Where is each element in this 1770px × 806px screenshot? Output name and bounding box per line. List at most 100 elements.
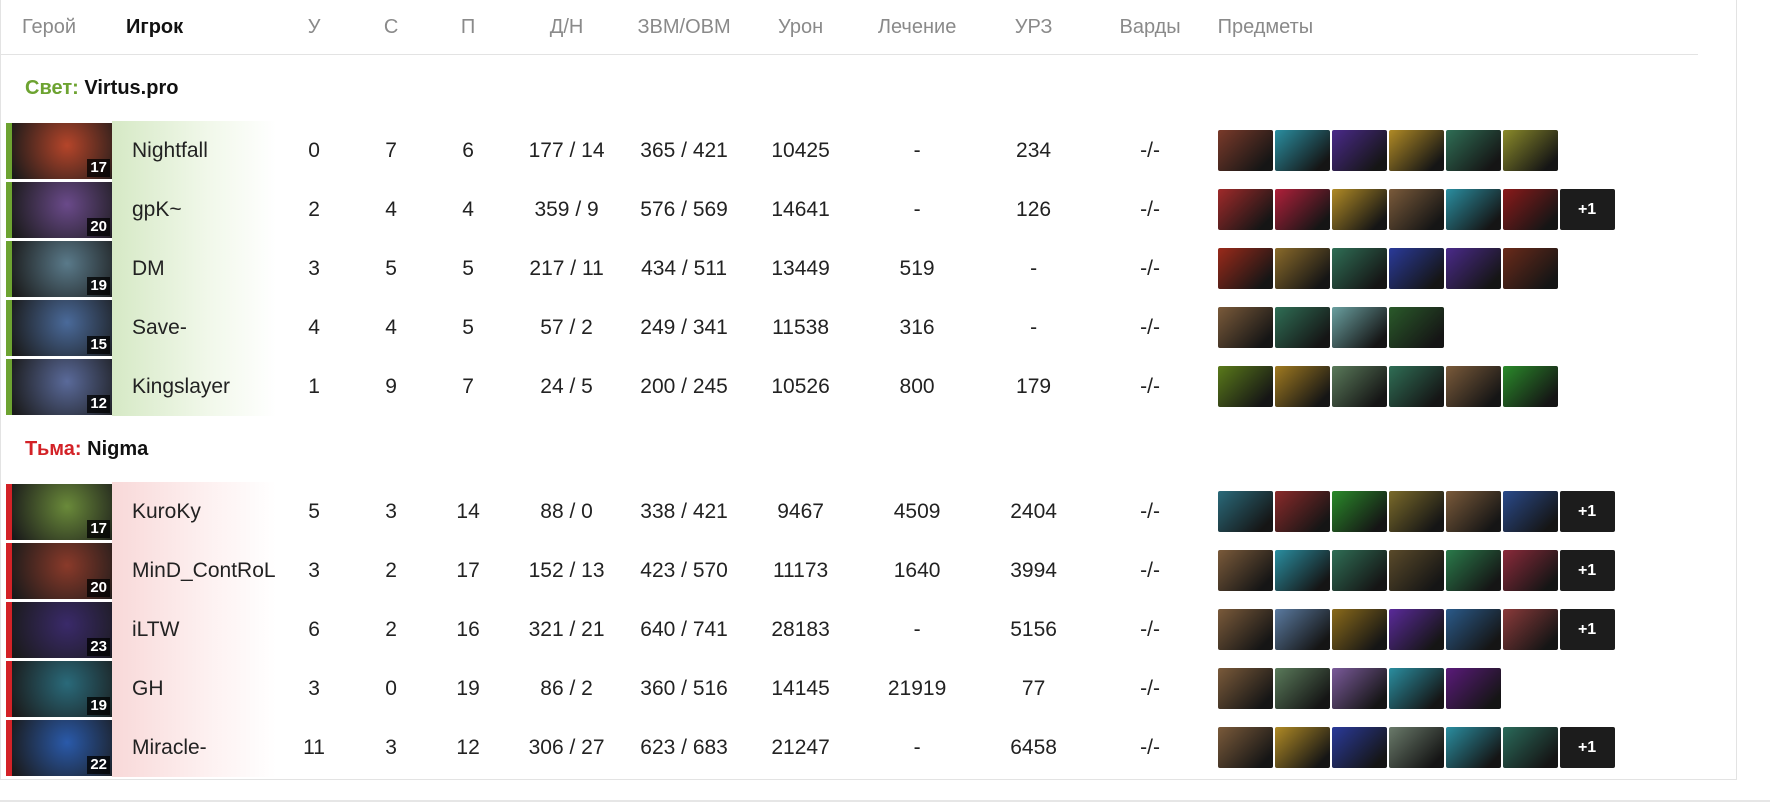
item-axe-blade-icon[interactable] [1274, 550, 1330, 591]
item-purple-staff-icon[interactable] [1388, 609, 1444, 650]
more-items-badge[interactable]: +1 [1559, 189, 1615, 230]
player-name[interactable]: DM [112, 239, 276, 298]
player-name[interactable]: iLTW [112, 600, 276, 659]
col-header-kills[interactable]: У [275, 0, 353, 55]
col-header-building-damage[interactable]: УРЗ [974, 0, 1093, 55]
item-silver-wing-icon[interactable] [1388, 727, 1444, 768]
col-header-damage[interactable]: Урон [741, 0, 860, 55]
item-mech-arm-icon[interactable] [1388, 491, 1444, 532]
item-fire-shield-icon[interactable] [1217, 248, 1273, 289]
item-axe-blade-icon[interactable] [1274, 130, 1330, 171]
item-gold-pouch-icon[interactable] [1331, 668, 1387, 709]
player-name[interactable]: KuroKy [112, 482, 276, 541]
item-lantern-icon[interactable] [1274, 248, 1330, 289]
item-boots-icon[interactable] [1217, 307, 1273, 348]
team-name[interactable]: Nigma [87, 438, 148, 460]
item-silver-blade-icon[interactable] [1274, 609, 1330, 650]
hero-void-spirit-icon[interactable]: 23 [6, 601, 112, 658]
col-header-lh-dn[interactable]: Д/Н [506, 0, 627, 55]
item-green-staff-icon[interactable] [1274, 307, 1330, 348]
item-boots-icon[interactable] [1445, 491, 1501, 532]
item-green-staff-icon[interactable] [1388, 366, 1444, 407]
item-dark-helm-icon[interactable] [1388, 550, 1444, 591]
player-name[interactable]: GH [112, 659, 276, 718]
item-blue-scepter-icon[interactable] [1331, 727, 1387, 768]
items-cell: +1 [1208, 180, 1698, 239]
player-name[interactable]: gpK~ [112, 180, 276, 239]
item-golden-helm-icon[interactable] [1388, 130, 1444, 171]
item-purple-robe-icon[interactable] [1445, 248, 1501, 289]
item-teal-vase-icon[interactable] [1217, 491, 1273, 532]
item-axe-blade-icon[interactable] [1445, 727, 1501, 768]
col-header-hero[interactable]: Герой [0, 0, 112, 55]
item-green-potion-icon[interactable] [1331, 491, 1387, 532]
player-name[interactable]: MinD_ContRoL [112, 541, 276, 600]
col-header-gpm-xpm[interactable]: ЗВМ/ОВМ [626, 0, 742, 55]
item-teal-armor-icon[interactable] [1502, 727, 1558, 768]
item-red-claw-icon[interactable] [1502, 189, 1558, 230]
item-yellow-orb-icon[interactable] [1502, 130, 1558, 171]
item-wind-cloud-icon[interactable] [1331, 307, 1387, 348]
item-gold-pile-icon[interactable] [1274, 366, 1330, 407]
item-boots-icon[interactable] [1217, 609, 1273, 650]
item-gauntlet-icon[interactable] [1217, 130, 1273, 171]
item-hood-icon[interactable] [1502, 248, 1558, 289]
item-green-staff-icon[interactable] [1331, 550, 1387, 591]
item-green-gem-icon[interactable] [1445, 550, 1501, 591]
item-golden-helm-icon[interactable] [1274, 727, 1330, 768]
item-green-potion-icon[interactable] [1502, 366, 1558, 407]
more-items-badge[interactable]: +1 [1559, 550, 1615, 591]
item-red-gauntlet-icon[interactable] [1502, 609, 1558, 650]
hero-masked-assassin-icon[interactable]: 20 [6, 181, 112, 238]
hero-storm-spirit-icon[interactable]: 22 [6, 719, 112, 776]
item-golden-helm-icon[interactable] [1331, 189, 1387, 230]
item-crimson-cape-icon[interactable] [1274, 189, 1330, 230]
hero-red-warrior-icon[interactable]: 20 [6, 542, 112, 599]
hero-goblin-icon[interactable]: 12 [6, 358, 112, 415]
assists-value: 5 [462, 315, 474, 339]
item-blue-dagger-icon[interactable] [1445, 609, 1501, 650]
item-red-mask-icon[interactable] [1502, 550, 1558, 591]
item-teal-mech-icon[interactable] [1274, 668, 1330, 709]
item-boots-icon[interactable] [1217, 550, 1273, 591]
item-red-blade-icon[interactable] [1217, 189, 1273, 230]
col-header-player[interactable]: Игрок [112, 0, 276, 55]
hero-dwarf-icon[interactable]: 19 [6, 240, 112, 297]
item-boots-icon[interactable] [1445, 366, 1501, 407]
healing-value: 800 [899, 374, 935, 398]
item-axe-blade-icon[interactable] [1388, 668, 1444, 709]
col-header-wards[interactable]: Варды [1092, 0, 1208, 55]
player-name[interactable]: Miracle- [112, 718, 276, 777]
item-blue-vial-icon[interactable] [1502, 491, 1558, 532]
item-red-armor-icon[interactable] [1274, 491, 1330, 532]
player-name[interactable]: Save- [112, 298, 276, 357]
player-name[interactable]: Nightfall [112, 121, 276, 180]
col-header-deaths[interactable]: С [352, 0, 430, 55]
hero-sorceress-icon[interactable]: 15 [6, 299, 112, 356]
item-purple-robe-icon[interactable] [1331, 130, 1387, 171]
item-green-trident-icon[interactable] [1217, 366, 1273, 407]
hero-nature-archer-icon[interactable]: 17 [6, 483, 112, 540]
item-axe-blade-icon[interactable] [1445, 189, 1501, 230]
team-name[interactable]: Virtus.pro [84, 77, 178, 99]
items-cell: +1 [1208, 718, 1698, 777]
more-items-badge[interactable]: +1 [1559, 727, 1615, 768]
item-green-ring-icon[interactable] [1388, 307, 1444, 348]
item-boots-icon[interactable] [1217, 668, 1273, 709]
wards-value: -/- [1140, 256, 1160, 280]
item-green-staff-icon[interactable] [1445, 130, 1501, 171]
item-boots-icon[interactable] [1388, 189, 1444, 230]
item-purple-ring-icon[interactable] [1445, 668, 1501, 709]
col-header-healing[interactable]: Лечение [859, 0, 975, 55]
item-green-staff-icon[interactable] [1331, 248, 1387, 289]
item-boots-icon[interactable] [1217, 727, 1273, 768]
more-items-badge[interactable]: +1 [1559, 609, 1615, 650]
col-header-assists[interactable]: П [429, 0, 507, 55]
item-yin-yang-orb-icon[interactable] [1331, 609, 1387, 650]
hero-dragon-icon[interactable]: 19 [6, 660, 112, 717]
more-items-badge[interactable]: +1 [1559, 491, 1615, 532]
item-blue-scepter-icon[interactable] [1388, 248, 1444, 289]
player-name[interactable]: Kingslayer [112, 357, 276, 416]
hero-bearded-warrior-icon[interactable]: 17 [6, 122, 112, 179]
item-teal-mech-icon[interactable] [1331, 366, 1387, 407]
